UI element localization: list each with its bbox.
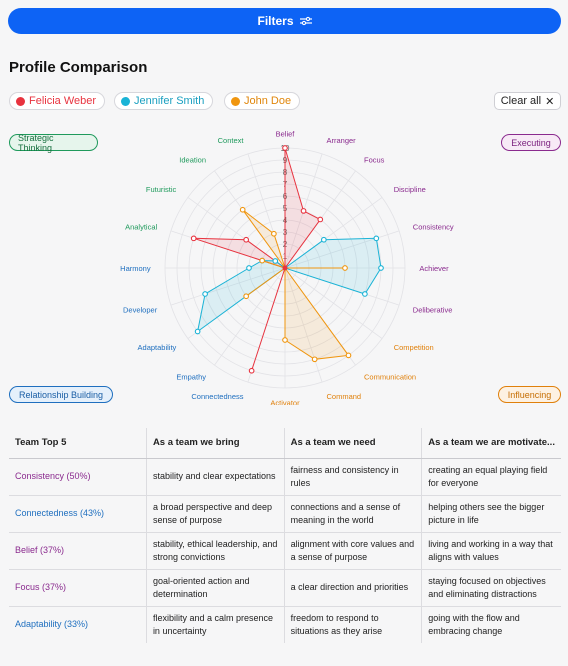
need-cell: fairness and consistency in rules bbox=[283, 458, 422, 496]
clear-all-label: Clear all bbox=[500, 95, 542, 107]
series-point bbox=[300, 208, 307, 214]
person-chip-john[interactable]: John Doe bbox=[224, 92, 301, 110]
axis-label: Communication bbox=[364, 373, 416, 382]
need-cell: a clear direction and priorities bbox=[283, 569, 422, 607]
table-row: Connectedness (43%) a broad perspective a… bbox=[9, 495, 561, 533]
bring-cell: stability, ethical leadership, and stron… bbox=[145, 532, 285, 570]
bring-cell: goal-oriented action and determination bbox=[145, 569, 285, 607]
series-point bbox=[190, 235, 197, 242]
team-top5-table: Team Top 5 As a team we bring As a team … bbox=[9, 428, 561, 643]
series-point bbox=[282, 337, 288, 343]
sliders-icon bbox=[299, 16, 312, 26]
table-row: Focus (37%) goal-oriented action and dete… bbox=[9, 569, 561, 607]
bring-cell: a broad perspective and deep sense of pu… bbox=[145, 495, 285, 533]
person-chip-felicia[interactable]: Felicia Weber bbox=[9, 92, 106, 110]
series-point bbox=[259, 257, 266, 264]
filters-label: Filters bbox=[257, 14, 294, 28]
theme-cell: Connectedness (43%) bbox=[9, 495, 147, 533]
theme-cell: Adaptability (33%) bbox=[15, 619, 89, 630]
series-point bbox=[362, 291, 368, 297]
motivated-cell: creating an equal playing field for ever… bbox=[421, 458, 561, 496]
person-name: Jennifer Smith bbox=[134, 95, 205, 107]
clear-all-button[interactable]: Clear all ✕ bbox=[494, 92, 561, 110]
axis-label: Developer bbox=[123, 306, 158, 315]
theme-cell: Consistency (50%) bbox=[9, 458, 147, 496]
series-point bbox=[239, 206, 246, 213]
table-header-row: Team Top 5 As a team we bring As a team … bbox=[9, 428, 561, 459]
axis-label: Ideation bbox=[179, 155, 206, 164]
axis-label: Connectedness bbox=[191, 392, 243, 401]
series-point bbox=[342, 265, 348, 271]
series-point bbox=[194, 328, 201, 335]
page-title: Profile Comparison bbox=[9, 59, 148, 76]
person-name: John Doe bbox=[244, 95, 292, 107]
table-header: As a team we need bbox=[283, 428, 422, 459]
table-header: As a team we bring bbox=[145, 428, 285, 459]
axis-label: Adaptability bbox=[138, 343, 177, 352]
series-point bbox=[246, 265, 252, 271]
bring-cell: stability and clear expectations bbox=[145, 458, 285, 496]
axis-label: Harmony bbox=[120, 264, 151, 273]
need-cell: connections and a sense of meaning in th… bbox=[283, 495, 422, 533]
axis-label: Futuristic bbox=[146, 185, 177, 194]
axis-label: Consistency bbox=[413, 223, 454, 232]
table-row: Adaptability (33%) flexibility and a calm… bbox=[9, 606, 561, 643]
table-row: Belief (37%) stability, ethical leadershi… bbox=[9, 532, 561, 570]
series-point bbox=[248, 367, 255, 374]
radar-chart: 12345678910BeliefArrangerFocusDiscipline… bbox=[120, 130, 454, 405]
motivated-cell: staying focused on objectives and elimin… bbox=[421, 569, 561, 607]
axis-label: Analytical bbox=[125, 223, 157, 232]
axis-label: Competition bbox=[394, 343, 434, 352]
axis-label: Context bbox=[218, 136, 245, 145]
theme-cell: Focus (37%) bbox=[9, 569, 147, 607]
series-point bbox=[243, 236, 250, 243]
series-point bbox=[282, 145, 288, 151]
axis-label: Activator bbox=[270, 398, 300, 405]
table-header: As a team we are motivate... bbox=[421, 428, 561, 459]
series-point bbox=[317, 216, 324, 223]
close-icon: ✕ bbox=[545, 95, 555, 108]
theme-cell: Belief (37%) bbox=[9, 532, 147, 570]
need-cell: freedom to respond to situations as they… bbox=[283, 606, 422, 643]
axis-label: Deliberative bbox=[413, 306, 453, 315]
center-point bbox=[282, 265, 288, 271]
motivated-cell: going with the flow and embracing change bbox=[421, 606, 561, 643]
series-point bbox=[311, 356, 318, 363]
filters-button[interactable]: Filters bbox=[8, 8, 561, 34]
axis-label: Focus bbox=[364, 155, 385, 164]
series-point bbox=[272, 258, 279, 264]
bring-cell: flexibility and a calm presence in uncer… bbox=[145, 606, 285, 643]
series-point bbox=[373, 235, 380, 242]
axis-label: Empathy bbox=[176, 373, 206, 382]
motivated-cell: helping others see the bigger picture in… bbox=[421, 495, 561, 533]
series-point bbox=[378, 265, 384, 271]
axis-label: Arranger bbox=[327, 136, 357, 145]
series-point bbox=[345, 352, 352, 359]
motivated-cell: living and working in a way that aligns … bbox=[421, 532, 561, 570]
axis-label: Command bbox=[327, 392, 362, 401]
series-point bbox=[243, 293, 250, 300]
series-point bbox=[202, 291, 208, 297]
color-dot-icon bbox=[121, 96, 130, 106]
axis-label: Achiever bbox=[419, 264, 449, 273]
series-point bbox=[271, 230, 277, 237]
color-dot-icon bbox=[231, 96, 240, 106]
series-point bbox=[320, 236, 327, 243]
table-row: Consistency (50%) stability and clear exp… bbox=[9, 458, 561, 496]
axis-label: Belief bbox=[276, 130, 296, 139]
person-name: Felicia Weber bbox=[29, 95, 97, 107]
need-cell: alignment with core values and a sense o… bbox=[283, 532, 422, 570]
table-header: Team Top 5 bbox=[9, 428, 147, 459]
person-chip-jennifer[interactable]: Jennifer Smith bbox=[114, 92, 214, 110]
color-dot-icon bbox=[16, 96, 25, 106]
axis-label: Discipline bbox=[394, 185, 426, 194]
